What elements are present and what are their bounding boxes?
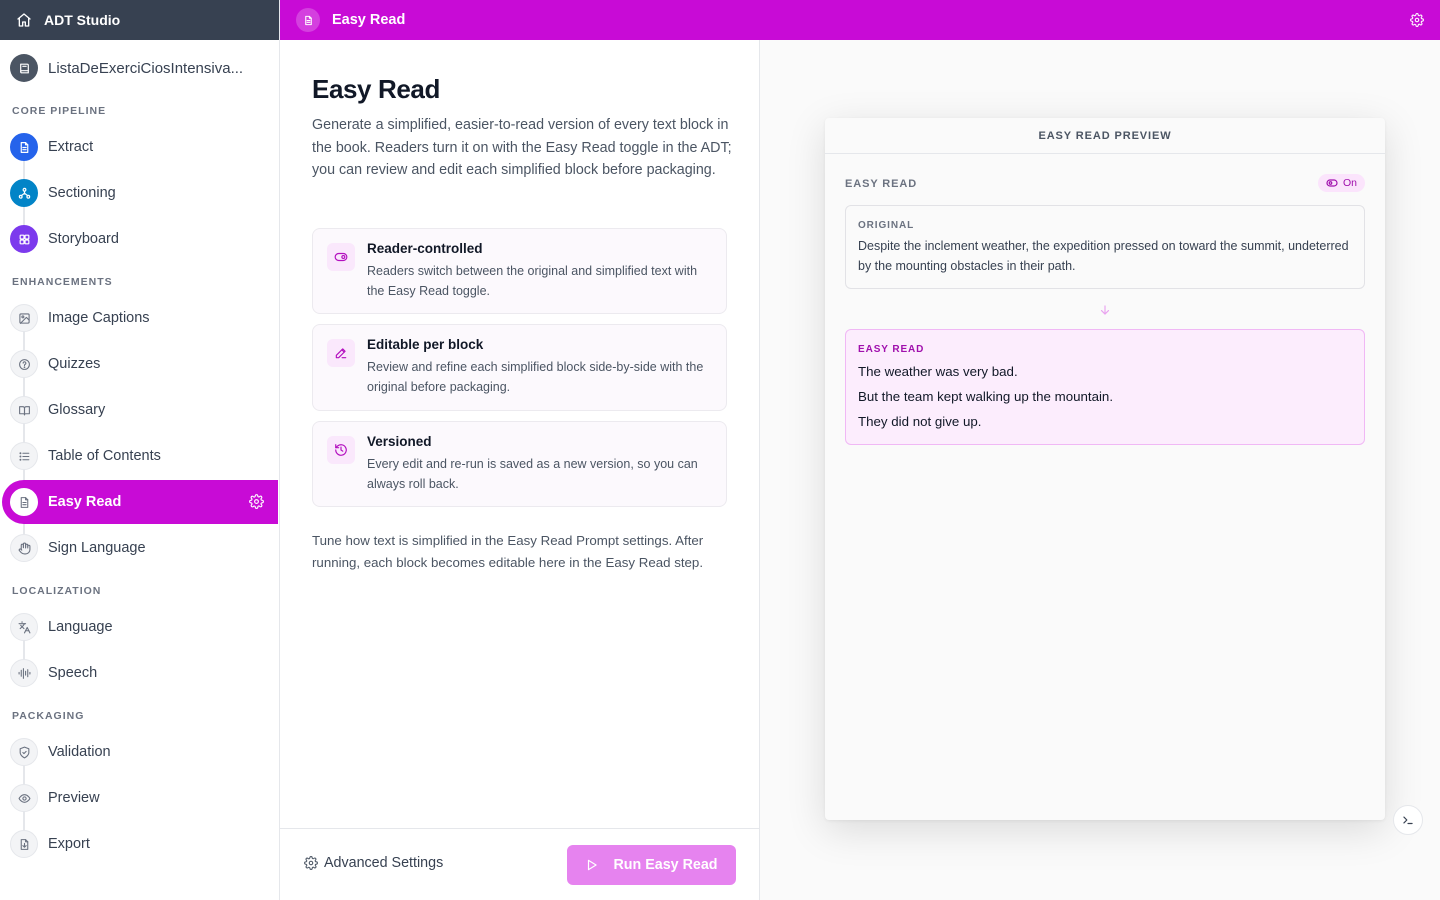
step-title: Easy Read — [332, 12, 406, 28]
app-title: ADT Studio — [44, 12, 121, 28]
easy-read-line: They did not give up. — [858, 414, 982, 429]
sidebar-item-validation[interactable]: Validation — [2, 730, 278, 774]
sidebar-item-label: Easy Read — [48, 494, 122, 510]
sidebar-item-label: Table of Contents — [48, 448, 161, 464]
sidebar-item-label: Image Captions — [48, 310, 150, 326]
pencil-icon — [327, 339, 355, 367]
easy-read-section-label: EASY READ — [845, 178, 918, 190]
easy-read-preview-card: EASY READ PREVIEW EASY READ On ORIGINAL … — [825, 118, 1385, 820]
list-icon — [10, 442, 38, 470]
sidebar-item-label: Sectioning — [48, 185, 116, 201]
easy-read-line: But the team kept walking up the mountai… — [858, 389, 1114, 404]
sidebar-item-preview[interactable]: Preview — [2, 776, 278, 820]
section-label-core-pipeline: CORE PIPELINE — [12, 105, 107, 117]
sidebar-item-label: Sign Language — [48, 540, 146, 556]
sidebar-item-language[interactable]: Language — [2, 605, 278, 649]
run-button-label: Run Easy Read — [613, 857, 718, 873]
play-icon — [588, 859, 598, 871]
feature-card-reader-controlled: Reader-controlled Readers switch between… — [312, 228, 727, 314]
sidebar-item-label: Quizzes — [48, 356, 101, 372]
feature-text: Review and refine each simplified block … — [367, 360, 704, 394]
file-export-icon — [10, 830, 38, 858]
sidebar-item-label: Language — [48, 619, 113, 635]
original-label: ORIGINAL — [858, 220, 915, 231]
grid-icon — [10, 225, 38, 253]
feature-title: Versioned — [367, 434, 432, 449]
sidebar-item-sectioning[interactable]: Sectioning — [2, 171, 278, 215]
gear-icon[interactable] — [1410, 13, 1424, 27]
sidebar-item-label: Glossary — [48, 402, 106, 418]
terminal-button[interactable] — [1393, 805, 1423, 835]
sidebar-item-glossary[interactable]: Glossary — [2, 388, 278, 432]
sidebar-item-speech[interactable]: Speech — [2, 651, 278, 695]
toggle-icon — [1326, 179, 1338, 187]
book-name: ListaDeExerciCiosIntensiva... — [48, 59, 244, 77]
sitemap-icon — [10, 179, 38, 207]
book-open-icon — [10, 396, 38, 424]
shield-check-icon — [10, 738, 38, 766]
original-text-block: ORIGINAL Despite the inclement weather, … — [845, 205, 1365, 289]
file-text-icon — [296, 8, 320, 32]
audio-wave-icon — [10, 659, 38, 687]
original-text: Despite the inclement weather, the exped… — [858, 239, 1349, 273]
sidebar-item-extract[interactable]: Extract — [2, 125, 278, 169]
history-icon — [327, 436, 355, 464]
section-label-packaging: PACKAGING — [12, 710, 85, 722]
step-header: Easy Read — [280, 0, 1440, 40]
page-title: Easy Read — [312, 74, 440, 104]
sidebar-item-label: Speech — [48, 665, 98, 681]
settings-note: Tune how text is simplified in the Easy … — [312, 533, 704, 570]
book-selector[interactable]: ListaDeExerciCiosIntensiva... — [10, 52, 269, 84]
section-label-enhancements: ENHANCEMENTS — [12, 276, 113, 288]
gear-icon[interactable] — [249, 494, 264, 509]
action-footer: Advanced Settings Run Easy Read — [280, 828, 760, 900]
advanced-settings-button[interactable]: Advanced Settings — [304, 855, 443, 871]
translate-icon — [10, 613, 38, 641]
image-icon — [10, 304, 38, 332]
sidebar-item-quizzes[interactable]: Quizzes — [2, 342, 278, 386]
hand-icon — [10, 534, 38, 562]
sidebar-item-storyboard[interactable]: Storyboard — [2, 217, 278, 261]
sidebar-item-image-captions[interactable]: Image Captions — [2, 296, 278, 340]
sidebar-item-label: Preview — [48, 790, 100, 806]
file-text-icon — [10, 133, 38, 161]
main-panel: Easy Read Generate a simplified, easier-… — [280, 40, 760, 900]
sidebar: ADT Studio ListaDeExerciCiosIntensiva...… — [0, 0, 280, 900]
run-easy-read-button[interactable]: Run Easy Read — [567, 845, 736, 885]
toggle-label: On — [1342, 177, 1357, 189]
sidebar-item-label: Extract — [48, 139, 94, 155]
easy-read-label: EASY READ — [858, 344, 925, 355]
feature-card-versioned: Versioned Every edit and re-run is saved… — [312, 421, 727, 507]
preview-area: EASY READ PREVIEW EASY READ On ORIGINAL … — [760, 40, 1440, 900]
section-label-localization: LOCALIZATION — [12, 585, 102, 597]
sidebar-item-label: Export — [48, 836, 90, 852]
app-header[interactable]: ADT Studio — [0, 0, 279, 40]
feature-text: Every edit and re-run is saved as a new … — [367, 457, 698, 491]
sidebar-item-export[interactable]: Export — [2, 822, 278, 866]
sidebar-item-easy-read[interactable]: Easy Read — [2, 480, 278, 524]
eye-icon — [10, 784, 38, 812]
preview-header: EASY READ PREVIEW — [825, 118, 1385, 154]
easy-read-toggle[interactable]: On — [1317, 174, 1365, 192]
question-icon — [10, 350, 38, 378]
advanced-settings-label: Advanced Settings — [324, 855, 444, 871]
sidebar-item-table-of-contents[interactable]: Table of Contents — [2, 434, 278, 478]
sidebar-item-label: Validation — [48, 744, 111, 760]
sidebar-item-label: Storyboard — [48, 231, 119, 247]
home-icon[interactable] — [16, 12, 32, 28]
feature-title: Editable per block — [367, 337, 484, 352]
book-icon — [10, 54, 38, 82]
toggle-icon — [327, 243, 355, 271]
arrow-down-icon — [1100, 305, 1110, 315]
gear-icon — [304, 856, 318, 870]
page-description: Generate a simplified, easier-to-read ve… — [312, 117, 732, 179]
feature-text: Readers switch between the original and … — [367, 264, 698, 298]
easy-read-text-block: EASY READ The weather was very bad. But … — [845, 329, 1365, 445]
sidebar-item-sign-language[interactable]: Sign Language — [2, 526, 278, 570]
terminal-icon — [1403, 816, 1413, 825]
feature-card-editable-per-block: Editable per block Review and refine eac… — [312, 324, 727, 411]
easy-read-line: The weather was very bad. — [858, 364, 1018, 379]
file-text-icon — [10, 488, 38, 516]
feature-title: Reader-controlled — [367, 241, 483, 256]
